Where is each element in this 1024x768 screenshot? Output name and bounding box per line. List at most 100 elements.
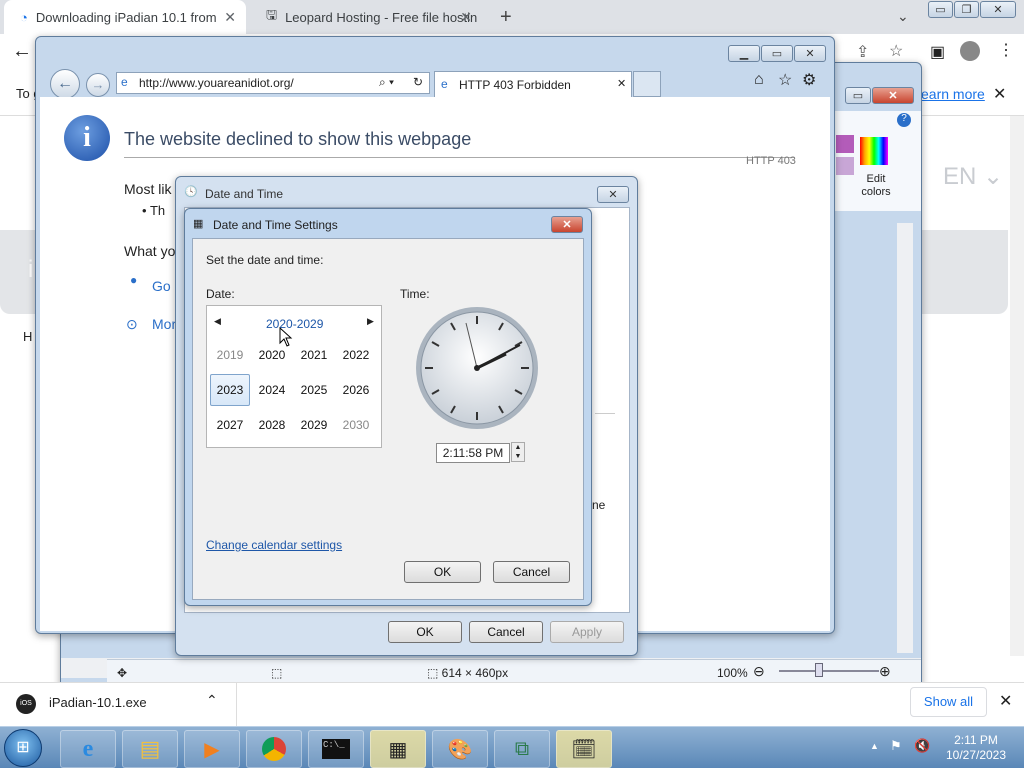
vertical-scrollbar[interactable] [897, 223, 913, 653]
next-decade-arrow[interactable]: ▶ [367, 316, 374, 327]
close-icon[interactable]: ✕ [993, 84, 1006, 104]
time-input[interactable]: 2:11:58 PM [436, 443, 510, 463]
browser-tab-downloading[interactable]: ◔ Downloading iPadian 10.1 from ✕ [4, 0, 246, 34]
help-icon[interactable]: ? [897, 113, 911, 127]
taskbar-media-icon[interactable]: ▶ [184, 730, 240, 768]
ok-button[interactable]: OK [404, 561, 481, 583]
minimize-button[interactable]: ▁ [728, 45, 760, 62]
avatar[interactable] [960, 41, 980, 61]
speaker-muted-icon[interactable]: 🔇 [914, 738, 930, 754]
year-cell[interactable]: 2028 [252, 409, 292, 441]
taskbar-ie-icon[interactable]: e [60, 730, 116, 768]
flag-icon[interactable]: ⚑ [890, 738, 902, 754]
decade-header[interactable]: 2020-2029 [266, 317, 323, 331]
page-text: H [23, 329, 33, 344]
taskbar-datetime-icon[interactable]: 🗓 [556, 730, 612, 768]
new-tab-button[interactable] [633, 71, 661, 97]
ok-button[interactable]: OK [388, 621, 462, 643]
address-bar[interactable]: e http://www.youareanidiot.org/ ⌕ ▾ ↻ [116, 72, 430, 94]
zoom-slider[interactable] [779, 670, 879, 672]
restore-button[interactable]: ▭ [845, 87, 871, 104]
share-icon[interactable]: ⇪ [856, 42, 869, 62]
ie-tab[interactable]: e HTTP 403 Forbidden ✕ [434, 71, 632, 97]
year-cell[interactable]: 2024 [252, 374, 292, 406]
zoom-out-button[interactable]: ⊖ [753, 663, 765, 680]
more-info-link[interactable]: Mor [152, 316, 176, 332]
tray-chevron-icon[interactable]: ▲ [870, 741, 879, 751]
image-size: ⬚ 614 × 460px [427, 666, 509, 680]
tab-title: HTTP 403 Forbidden [459, 78, 571, 92]
maximize-button[interactable]: ▭ [761, 45, 793, 62]
year-cell[interactable]: 2029 [294, 409, 334, 441]
time-spinner[interactable]: ▲ ▼ [511, 442, 525, 462]
new-tab-icon[interactable]: + [500, 6, 512, 29]
forward-button[interactable]: → [86, 73, 110, 97]
page-scrollbar[interactable] [1010, 116, 1024, 656]
partial-button[interactable] [597, 372, 617, 394]
menu-icon[interactable]: ⋮ [998, 40, 1014, 60]
taskbar-network-icon[interactable]: ⧉ [494, 730, 550, 768]
calendar: ◀ 2020-2029 ▶ 2019 2020 2021 2022 2023 2… [206, 305, 382, 448]
ribbon-panel: Edit colors ? [827, 111, 921, 211]
year-cell[interactable]: 2022 [336, 339, 376, 371]
date-label: Date: [206, 287, 235, 301]
gear-icon[interactable]: ⚙ [802, 70, 816, 90]
taskbar-chrome-icon[interactable] [246, 730, 302, 768]
color-swatch[interactable] [836, 135, 854, 153]
close-icon[interactable]: ✕ [999, 691, 1012, 711]
clock[interactable]: 2:11 PM 10/27/2023 [936, 733, 1016, 763]
close-icon[interactable]: ✕ [617, 77, 626, 90]
browser-tab-leopard[interactable]: 🖫 Leopard Hosting - Free file hostin ✕ [250, 0, 482, 34]
year-cell-selected[interactable]: 2023 [210, 374, 250, 406]
close-icon[interactable]: ✕ [460, 9, 472, 26]
edit-colors-button[interactable]: Edit colors [856, 173, 896, 199]
date-time-settings-dialog: ▦ Date and Time Settings ✕ Set the date … [184, 208, 592, 606]
chevron-up-icon[interactable]: ⌃ [206, 692, 218, 709]
taskbar-cmd-icon[interactable]: C:\_ [308, 730, 364, 768]
back-button[interactable]: ← [50, 69, 80, 99]
start-button[interactable]: ⊞ [4, 729, 42, 767]
learn-more-link[interactable]: earn more [921, 86, 985, 102]
refresh-icon[interactable]: ↻ [413, 75, 423, 89]
close-icon[interactable]: ✕ [224, 9, 236, 26]
loading-icon: ◔ [20, 9, 28, 25]
language-selector[interactable]: EN ⌄ [943, 162, 1003, 191]
year-cell[interactable]: 2030 [336, 409, 376, 441]
sidebar-icon[interactable]: ▣ [930, 42, 945, 62]
taskbar-paint-icon[interactable]: 🎨 [432, 730, 488, 768]
color-swatch[interactable] [836, 157, 854, 175]
close-button[interactable]: ✕ [597, 186, 629, 203]
cancel-button[interactable]: Cancel [493, 561, 570, 583]
year-cell[interactable]: 2025 [294, 374, 334, 406]
zoom-in-button[interactable]: ⊕ [879, 663, 891, 680]
close-button[interactable]: ✕ [551, 216, 583, 233]
year-cell[interactable]: 2019 [210, 339, 250, 371]
back-arrow-icon[interactable]: ← [12, 40, 32, 63]
clock-time: 2:11 PM [954, 733, 998, 747]
change-calendar-settings-link[interactable]: Change calendar settings [206, 538, 342, 552]
chevron-down-icon[interactable]: ⊙ [126, 316, 138, 333]
download-file-name[interactable]: iPadian-10.1.exe [49, 695, 147, 710]
show-all-button[interactable]: Show all [910, 687, 987, 717]
close-button[interactable]: ✕ [980, 1, 1016, 18]
star-icon[interactable]: ☆ [889, 41, 903, 61]
zoom-thumb[interactable] [815, 663, 823, 677]
go-back-link[interactable]: Go [152, 278, 171, 294]
chevron-down-icon[interactable]: ⌄ [897, 8, 909, 25]
year-cell[interactable]: 2027 [210, 409, 250, 441]
taskbar-explorer-icon[interactable]: ▤ [122, 730, 178, 768]
year-cell[interactable]: 2026 [336, 374, 376, 406]
url-text: http://www.youareanidiot.org/ [139, 76, 294, 90]
cancel-button[interactable]: Cancel [469, 621, 543, 643]
taskbar-calculator-icon[interactable]: ▦ [370, 730, 426, 768]
search-icon[interactable]: ⌕ ▾ [379, 75, 394, 90]
star-icon[interactable]: ☆ [778, 70, 792, 90]
year-cell[interactable]: 2021 [294, 339, 334, 371]
close-button[interactable]: ✕ [872, 87, 914, 104]
close-button[interactable]: ✕ [794, 45, 826, 62]
restore-button[interactable]: ❐ [954, 1, 979, 18]
minimize-button[interactable]: ▭ [928, 1, 953, 18]
prev-decade-arrow[interactable]: ◀ [214, 316, 221, 327]
home-icon[interactable]: ⌂ [754, 71, 764, 89]
edit-colors-icon[interactable] [860, 137, 888, 165]
